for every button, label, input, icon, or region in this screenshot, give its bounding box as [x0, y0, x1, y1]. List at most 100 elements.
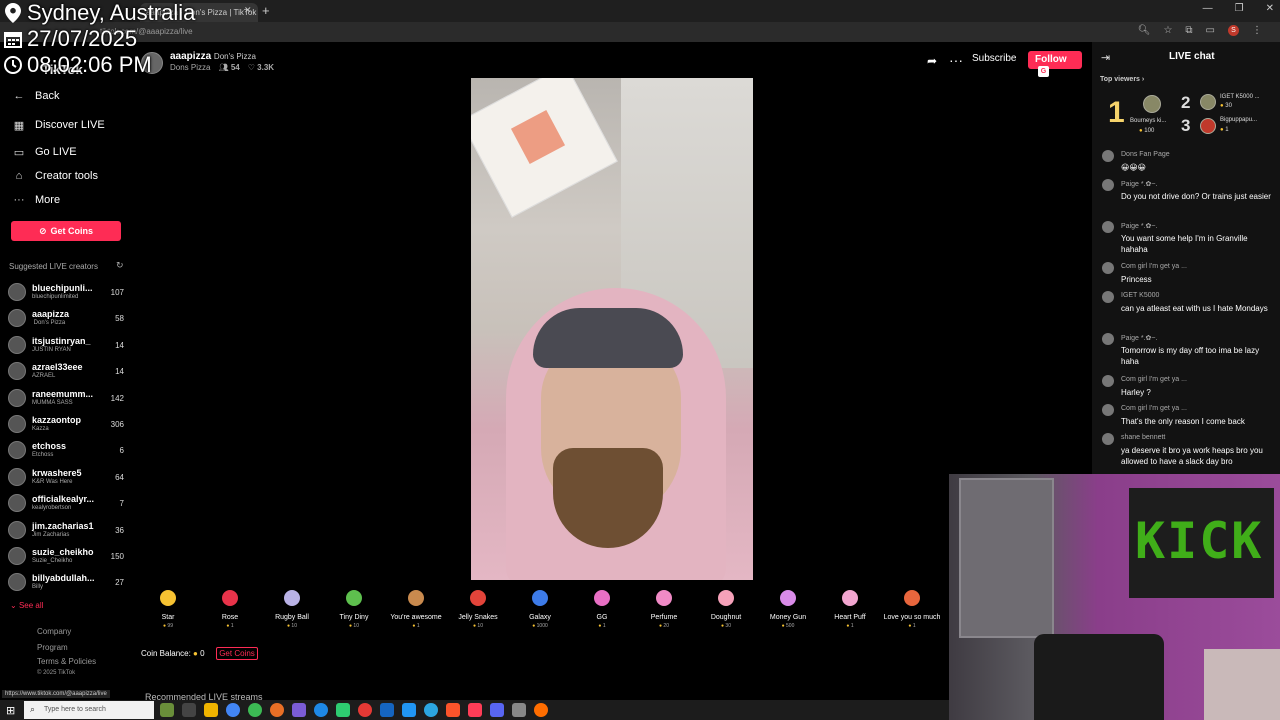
live-video[interactable]	[471, 78, 753, 580]
footer-terms[interactable]: Terms & Policies	[37, 657, 96, 666]
taskbar-app-icon[interactable]	[490, 703, 504, 717]
footer-company[interactable]: Company	[37, 627, 71, 636]
suggested-creator-item[interactable]: azrael33eee AZRAEL 14	[8, 359, 128, 385]
firefox-icon[interactable]	[270, 703, 284, 717]
taskbar-app-icon[interactable]	[468, 703, 482, 717]
gift-item[interactable]: Doughnut ● 30	[695, 586, 757, 629]
telegram-icon[interactable]	[424, 703, 438, 717]
brave-icon[interactable]	[446, 703, 460, 717]
taskbar-search[interactable]: ⌕ Type here to search	[24, 701, 154, 719]
gift-item[interactable]: GG ● 1	[571, 586, 633, 629]
minimize-icon[interactable]: —	[1203, 3, 1213, 14]
suggested-creator-item[interactable]: itsjustinryan_ JUSTIN RYAN 14	[8, 333, 128, 359]
sidebar-toggle-icon[interactable]: ▭	[1206, 25, 1215, 36]
gift-item[interactable]: Star ● 99	[137, 586, 199, 629]
taskbar-app-icon[interactable]	[402, 703, 416, 717]
nav-more[interactable]: ··· More	[12, 193, 61, 207]
creator-name: kazzaontop	[32, 414, 82, 425]
follow-button[interactable]: FollowG	[1028, 51, 1082, 77]
chat-avatar[interactable]	[1102, 150, 1114, 162]
windows-start-icon[interactable]: ⊞	[6, 704, 15, 717]
taskbar-app-icon[interactable]	[380, 703, 394, 717]
taskbar-app-icon[interactable]	[512, 703, 526, 717]
chat-username[interactable]: Com girl I'm get ya ...	[1121, 405, 1187, 412]
suggested-creator-item[interactable]: krwashere5 K&R Was Here 64	[8, 465, 128, 491]
taskbar-app-icon[interactable]	[336, 703, 350, 717]
chat-avatar[interactable]	[1102, 291, 1114, 303]
gift-item[interactable]: You're awesome ● 1	[385, 586, 447, 629]
chat-text: You want some help I'm in Granville haha…	[1121, 234, 1248, 254]
suggested-creator-item[interactable]: officialkealyr... kealyrobertson 7	[8, 491, 128, 517]
chat-username[interactable]: shane bennett	[1121, 434, 1165, 441]
chat-username[interactable]: Com girl I'm get ya ...	[1121, 376, 1187, 383]
chat-avatar[interactable]	[1102, 179, 1114, 191]
suggested-creator-item[interactable]: raneemumm... MUMMA SASS 142	[8, 386, 128, 412]
tab-close-icon[interactable]: ✕	[244, 5, 252, 16]
gift-item[interactable]: Love you so much ● 1	[881, 586, 943, 629]
nav-back[interactable]: ← Back	[12, 89, 60, 103]
gift-item[interactable]: Rugby Ball ● 10	[261, 586, 323, 629]
chrome-icon[interactable]	[226, 703, 240, 717]
get-coins-button[interactable]: ⊘ Get Coins	[11, 221, 121, 241]
get-coins-small-button[interactable]: Get Coins	[216, 647, 258, 660]
gift-item[interactable]: Rose ● 1	[199, 586, 261, 629]
footer-program[interactable]: Program	[37, 643, 68, 652]
suggested-creator-item[interactable]: billyabdullah... Billy 27	[8, 570, 128, 596]
suggested-creator-item[interactable]: aaapizza ⁣ Don's Pizza ⁣ 58	[8, 306, 128, 332]
top-viewer-avatar[interactable]	[1200, 118, 1216, 134]
chat-username[interactable]: Com girl I'm get ya ...	[1121, 263, 1187, 270]
chat-username[interactable]: IGET K5000	[1121, 292, 1159, 299]
see-all-link[interactable]: ⌄ See all	[10, 601, 43, 610]
calendar-icon	[3, 29, 23, 49]
chat-username[interactable]: Dons Fan Page	[1121, 151, 1170, 158]
menu-dots-icon[interactable]: ⋮	[1252, 25, 1262, 36]
suggested-creator-item[interactable]: jim.zacharias1 Jim Zacharias 36	[8, 518, 128, 544]
taskbar-app-icon[interactable]	[358, 703, 372, 717]
share-icon[interactable]: ➦	[927, 54, 937, 68]
nav-go-live[interactable]: ▭ Go LIVE	[12, 145, 77, 159]
chat-avatar[interactable]	[1102, 221, 1114, 233]
gift-item[interactable]: Tiny Diny ● 10	[323, 586, 385, 629]
profile-avatar[interactable]: S	[1228, 25, 1239, 36]
refresh-icon[interactable]: ↻	[116, 260, 124, 271]
suggested-creator-item[interactable]: kazzaontop Kazza 306	[8, 412, 128, 438]
suggested-creator-item[interactable]: suzie_cheikho Suzie_Cheikho 150	[8, 544, 128, 570]
maximize-icon[interactable]: ❐	[1235, 3, 1244, 14]
nav-discover-live[interactable]: ▦ Discover LIVE	[12, 118, 105, 132]
edge-icon[interactable]	[314, 703, 328, 717]
gift-item[interactable]: Heart Puff ● 1	[819, 586, 881, 629]
top-viewers-label[interactable]: Top viewers ›	[1100, 76, 1144, 83]
new-tab-icon[interactable]: +	[262, 3, 270, 18]
taskbar-app-icon[interactable]	[292, 703, 306, 717]
gift-item[interactable]: Money Gun ● 500	[757, 586, 819, 629]
gift-price-value: 1	[416, 623, 420, 629]
chat-username[interactable]: Paige *.✿~.	[1121, 180, 1157, 188]
subscribe-button[interactable]: Subscribe	[972, 53, 1016, 64]
taskbar-app-icon[interactable]	[160, 703, 174, 717]
top-viewer-avatar[interactable]	[1143, 95, 1161, 113]
taskbar-app-icon[interactable]	[534, 703, 548, 717]
collapse-chat-icon[interactable]: ⇥	[1101, 51, 1110, 64]
zoom-icon[interactable]: 🔍︎	[1138, 25, 1151, 36]
suggested-creator-item[interactable]: bluechipunli... bluechipunlimited 107	[8, 280, 128, 306]
close-window-icon[interactable]: ✕	[1266, 3, 1274, 14]
suggested-creator-item[interactable]: etchoss Etchoss 6	[8, 438, 128, 464]
more-options-icon[interactable]: ···	[949, 52, 963, 68]
chrome-icon[interactable]	[248, 703, 262, 717]
chat-username[interactable]: Paige *.✿~.	[1121, 222, 1157, 230]
chat-avatar[interactable]	[1102, 433, 1114, 445]
chat-avatar[interactable]	[1102, 333, 1114, 345]
gift-item[interactable]: Perfume ● 20	[633, 586, 695, 629]
chat-username[interactable]: Paige *.✿~.	[1121, 334, 1157, 342]
chat-avatar[interactable]	[1102, 375, 1114, 387]
bookmark-star-icon[interactable]: ☆	[1163, 25, 1172, 36]
chat-avatar[interactable]	[1102, 404, 1114, 416]
chat-avatar[interactable]	[1102, 262, 1114, 274]
nav-creator-tools[interactable]: ⌂ Creator tools	[12, 169, 98, 183]
file-explorer-icon[interactable]	[204, 703, 218, 717]
extensions-icon[interactable]: ⧉	[1185, 25, 1192, 36]
top-viewer-avatar[interactable]	[1200, 94, 1216, 110]
gift-item[interactable]: Jelly Snakes ● 10	[447, 586, 509, 629]
gift-item[interactable]: Galaxy ● 1000	[509, 586, 571, 629]
task-view-icon[interactable]	[182, 703, 196, 717]
